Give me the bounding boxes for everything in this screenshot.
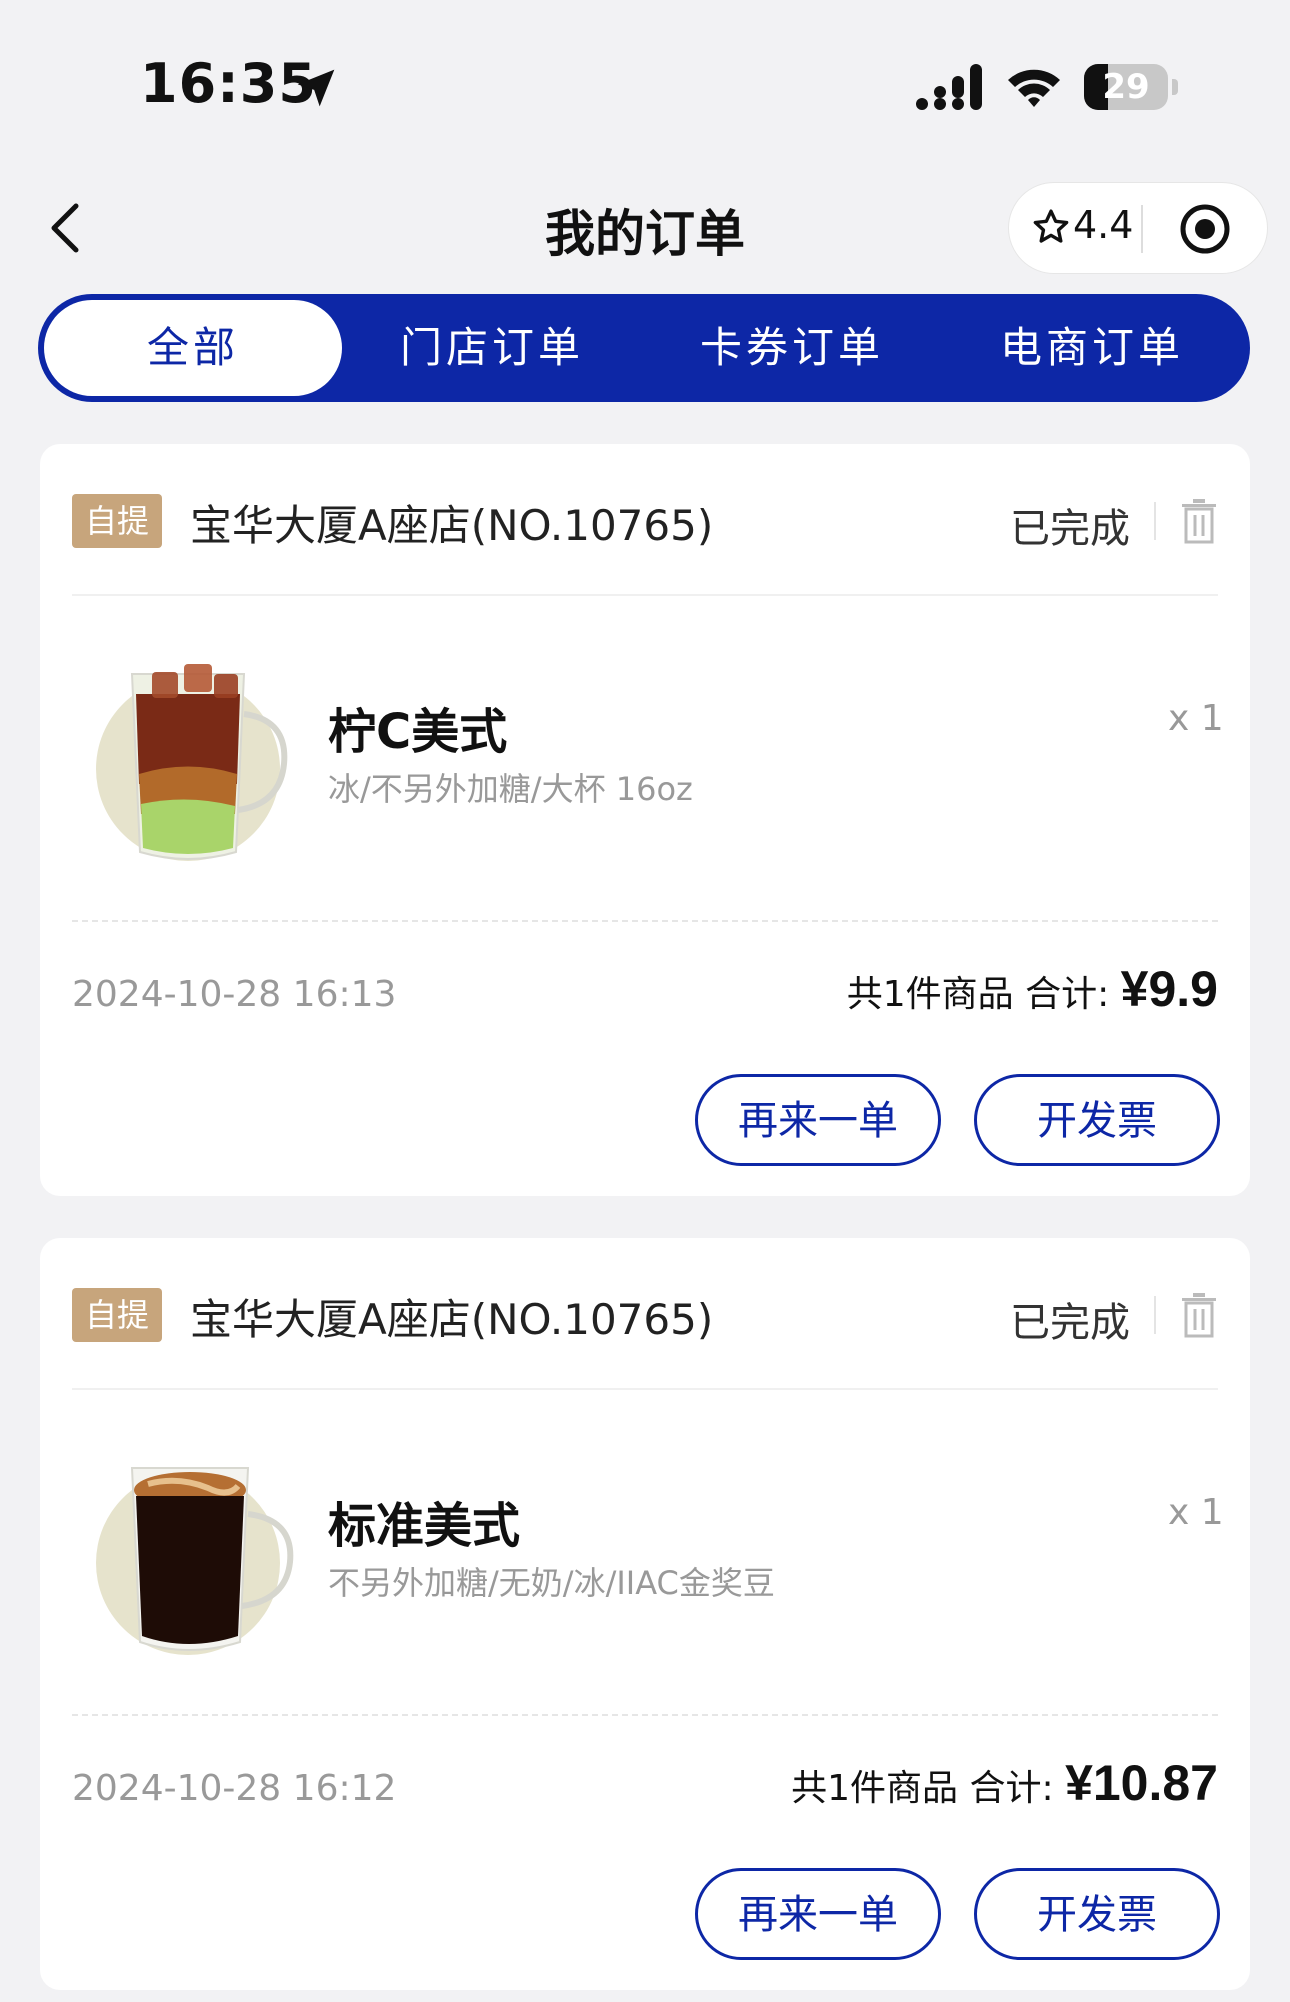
dashed-divider (72, 920, 1218, 922)
invoice-button[interactable]: 开发票 (974, 1074, 1220, 1166)
summary-label: 共1件商品 合计: (791, 1768, 1066, 1809)
battery-icon: 29 (1084, 64, 1180, 110)
pickup-tag: 自提 (72, 494, 162, 548)
mini-program-capsule: 4.4 (1008, 182, 1268, 274)
product-image-lemon-americano (96, 664, 288, 861)
card-divider (72, 1388, 1218, 1390)
status-divider (1154, 502, 1156, 540)
card-divider (72, 594, 1218, 596)
order-type-tabs: 全部 门店订单 卡券订单 电商订单 (38, 294, 1250, 402)
status-bar: 16:35 29 (0, 0, 1290, 160)
reorder-button[interactable]: 再来一单 (695, 1868, 941, 1960)
status-divider (1154, 1296, 1156, 1334)
product-image-americano (96, 1467, 294, 1655)
product-name: 标准美式 (328, 1498, 521, 1554)
trash-icon[interactable] (1180, 1292, 1218, 1338)
order-card[interactable]: 自提 宝华大厦A座店(NO.10765) 已完成 柠C美式 冰/不另外加糖/大杯… (40, 444, 1250, 1196)
tab-store-orders[interactable]: 门店订单 (342, 294, 642, 402)
summary-label: 共1件商品 合计: (846, 974, 1121, 1015)
dashed-divider (72, 1714, 1218, 1716)
store-name[interactable]: 宝华大厦A座店(NO.10765) (190, 492, 713, 553)
pickup-tag: 自提 (72, 1288, 162, 1342)
order-summary: 共1件商品 合计: ¥10.87 (791, 1754, 1218, 1812)
signal-icon (916, 64, 982, 110)
product-name: 柠C美式 (328, 704, 508, 760)
wifi-icon (1008, 69, 1060, 107)
order-total: ¥10.87 (1065, 1755, 1218, 1811)
tab-ecommerce-orders[interactable]: 电商订单 (942, 294, 1242, 402)
battery-percent: 29 (1102, 67, 1150, 107)
order-date: 2024-10-28 16:12 (72, 1768, 397, 1809)
status-time: 16:35 (140, 52, 317, 115)
order-total: ¥9.9 (1120, 961, 1218, 1017)
product-spec: 不另外加糖/无奶/冰/IIAC金奖豆 (328, 1564, 775, 1602)
invoice-button[interactable]: 开发票 (974, 1868, 1220, 1960)
order-summary: 共1件商品 合计: ¥9.9 (847, 960, 1218, 1018)
store-name[interactable]: 宝华大厦A座店(NO.10765) (190, 1286, 713, 1347)
order-card[interactable]: 自提 宝华大厦A座店(NO.10765) 已完成 标准美式 不另外加糖/无奶/冰… (40, 1238, 1250, 1990)
star-icon[interactable] (1031, 207, 1071, 247)
tab-voucher-orders[interactable]: 卡券订单 (642, 294, 942, 402)
capsule-divider (1141, 205, 1143, 253)
order-date: 2024-10-28 16:13 (72, 974, 397, 1015)
product-spec: 冰/不另外加糖/大杯 16oz (328, 770, 693, 808)
reorder-button[interactable]: 再来一单 (695, 1074, 941, 1166)
trash-icon[interactable] (1180, 498, 1218, 544)
rating-value[interactable]: 4.4 (1073, 203, 1133, 247)
product-quantity: x 1 (1168, 698, 1224, 739)
location-arrow-icon (297, 69, 335, 107)
order-status: 已完成 (1010, 1300, 1130, 1346)
product-quantity: x 1 (1168, 1492, 1224, 1533)
tab-all[interactable]: 全部 (44, 300, 342, 396)
order-status: 已完成 (1010, 506, 1130, 552)
target-icon[interactable] (1177, 201, 1233, 257)
